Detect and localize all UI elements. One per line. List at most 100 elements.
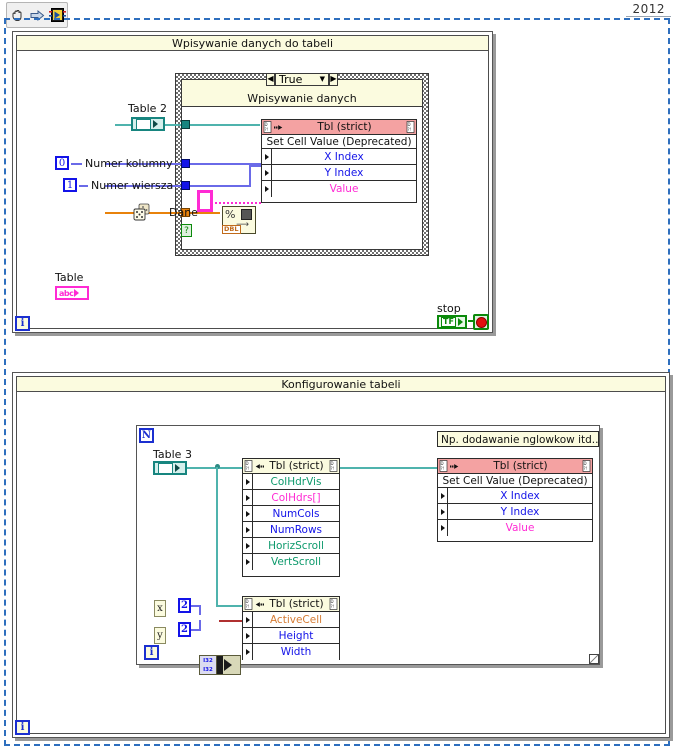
property-row-label: ActiveCell — [269, 613, 323, 626]
property-row-activecell[interactable]: ActiveCell — [243, 612, 339, 628]
row-tick-icon — [262, 181, 272, 197]
property-row-colhdrs[interactable]: ColHdrs[] — [243, 490, 339, 506]
case-next-arrow[interactable]: ▶ — [329, 72, 338, 86]
numer-kolumny-constant[interactable]: 0 — [55, 156, 69, 170]
case-selector-value[interactable]: True ▼ — [275, 72, 329, 86]
property-row-label: VertScroll — [270, 556, 322, 568]
property-row-colhdrvis[interactable]: ColHdrVis — [243, 474, 339, 490]
year-label: 2012 — [626, 2, 671, 17]
property-row-numcols[interactable]: NumCols — [243, 506, 339, 522]
frame2-inner-loop-index: i — [144, 645, 159, 660]
wire-table3-branch — [216, 467, 218, 607]
row-tick-icon — [438, 504, 448, 519]
property-node1-title: Tbl (strict) — [269, 460, 324, 472]
bundle-input-bottom: I32 — [203, 666, 213, 673]
property-row-label: NumCols — [272, 507, 320, 520]
wire-dane-stub — [155, 212, 166, 214]
property-node3-header: D?! Tbl (strict) D?! — [438, 459, 592, 474]
property-row-width[interactable]: Width — [243, 644, 339, 660]
property-node-set-cell-value[interactable]: D?! Tbl (strict) D?! Set Cell Value (Dep… — [261, 119, 417, 203]
empty-string-constant[interactable] — [197, 190, 213, 212]
property-node-set-cell-value-2[interactable]: D?! Tbl (strict) D?! Set Cell Value (Dep… — [437, 458, 593, 542]
wire-table3-to-node1 — [182, 467, 242, 469]
refnum-arrow-icon — [153, 120, 158, 128]
frame1-loop-index: i — [15, 316, 30, 331]
svg-text:?!: ?! — [265, 127, 269, 132]
wire-rownum-stub — [79, 185, 88, 187]
refnum-glyph-icon: D?! — [244, 598, 253, 611]
stop-led-indicator[interactable] — [473, 314, 489, 330]
property-row-label: ColHdrVis — [270, 475, 322, 488]
property-row-x-index-2[interactable]: X Index — [438, 488, 592, 504]
property-row-value[interactable]: Value — [262, 181, 416, 197]
numer-wiersza-constant[interactable]: 1 — [63, 178, 77, 192]
read-arrow-icon — [255, 598, 264, 611]
property-row-label: X Index — [324, 150, 364, 163]
bundle-node[interactable]: I32 I32 — [199, 655, 241, 675]
property-node-method: Set Cell Value (Deprecated) — [262, 135, 416, 149]
property-row-label: X Index — [500, 489, 540, 502]
tunnel-table2 — [181, 120, 190, 129]
property-node-title: Tbl (strict) — [317, 121, 372, 133]
format-square-icon — [241, 209, 252, 220]
abc-glyph: abc — [59, 288, 74, 298]
bundle-input-top: I32 — [203, 657, 213, 664]
frame2-loop-count: N — [139, 428, 154, 443]
frame1-title: Wpisywanie danych do tabeli — [16, 35, 489, 51]
refnum-glyph-out-icon: D?! — [329, 598, 338, 611]
property-row-label: Height — [278, 629, 314, 642]
property-row-label: Y Index — [324, 166, 364, 179]
property-row-label: Value — [329, 183, 359, 195]
read-arrow-icon — [255, 460, 264, 473]
bundle-bar-icon — [217, 656, 223, 674]
case-label: Wpisywanie danych — [247, 92, 357, 105]
case-selector-text: True — [279, 72, 303, 86]
row-tick-icon — [262, 149, 272, 164]
row-tick-icon — [243, 644, 253, 660]
x-constant[interactable]: 2 — [178, 598, 191, 613]
property-row-y-index-2[interactable]: Y Index — [438, 504, 592, 520]
string-arrow-icon — [74, 289, 80, 297]
y-control[interactable]: y — [154, 627, 166, 644]
wire-node1-to-node3 — [340, 467, 437, 469]
table3-reference-terminal[interactable] — [153, 461, 187, 475]
random-number-icon[interactable] — [133, 203, 152, 221]
property-row-x-index[interactable]: X Index — [262, 149, 416, 165]
table2-reference-terminal[interactable] — [131, 117, 165, 131]
property-row-height[interactable]: Height — [243, 628, 339, 644]
property-row-value-2[interactable]: Value — [438, 520, 592, 536]
format-into-string-node[interactable]: % ⟶ DBL — [222, 206, 256, 234]
property-row-y-index[interactable]: Y Index — [262, 165, 416, 181]
y-constant[interactable]: 2 — [178, 622, 191, 637]
svg-text:?!: ?! — [246, 466, 250, 471]
dbl-type-tag: DBL — [222, 225, 241, 234]
table3-label: Table 3 — [153, 448, 192, 461]
property-row-numrows[interactable]: NumRows — [243, 522, 339, 538]
svg-text:?!: ?! — [441, 466, 445, 471]
chevron-down-icon[interactable]: ▼ — [320, 75, 325, 83]
case-selector[interactable]: ◀ True ▼ ▶ — [266, 72, 338, 86]
tunnel-colnum — [181, 159, 190, 168]
dane-label: Dane — [169, 206, 198, 219]
property-row-horizscroll[interactable]: HorizScroll — [243, 538, 339, 554]
numer-kolumny-label: Numer kolumny — [85, 157, 173, 170]
property-row-label: NumRows — [269, 523, 323, 536]
x-control[interactable]: x — [154, 600, 166, 617]
stop-boolean-terminal[interactable]: TF — [437, 315, 467, 329]
tf-glyph: TF — [441, 317, 456, 327]
table-string-indicator[interactable]: abc — [55, 286, 89, 300]
property-row-label: Width — [280, 646, 312, 658]
svg-text:?!: ?! — [584, 466, 588, 471]
stop-label: stop — [437, 302, 461, 315]
numer-wiersza-label: Numer wiersza — [91, 179, 174, 192]
table-indicator-label: Table — [55, 271, 84, 284]
property-node2-header: D?! Tbl (strict) D?! — [243, 597, 339, 612]
property-row-vertscroll[interactable]: VertScroll — [243, 554, 339, 570]
row-tick-icon — [243, 628, 253, 643]
resize-grip[interactable] — [589, 654, 599, 664]
property-node-active-cell[interactable]: D?! Tbl (strict) D?! ActiveCell Height W… — [242, 596, 340, 660]
property-row-label: HorizScroll — [268, 539, 324, 552]
case-prev-arrow[interactable]: ◀ — [266, 72, 275, 86]
property-node-table-config[interactable]: D?! Tbl (strict) D?! ColHdrVis ColHdrs[]… — [242, 458, 340, 577]
row-tick-icon — [243, 612, 253, 627]
